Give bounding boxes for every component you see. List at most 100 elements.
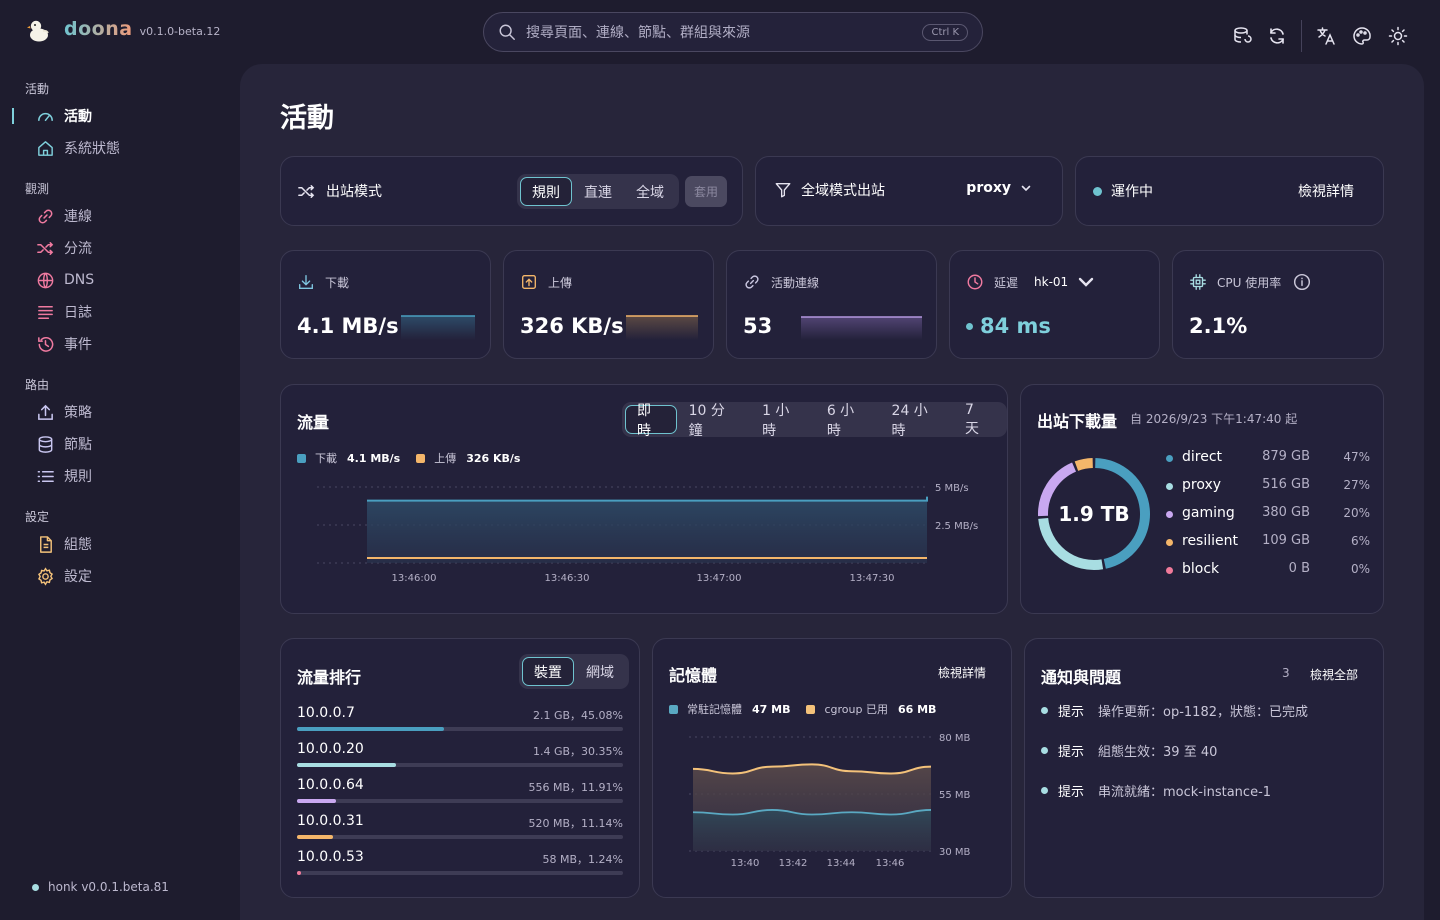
x-tick-label: 13:47:00 [697,573,742,584]
ranking-bar-track [297,835,623,839]
app-logo[interactable]: doona v0.1.0-beta.12 [26,18,220,42]
range-6h[interactable]: 6 小時 [815,403,880,439]
global-outbound-select[interactable]: proxy [966,180,1032,196]
chevron-down-icon [1021,185,1031,192]
latency-label-text: 延遲 [994,275,1019,290]
notification-dot [1041,747,1048,754]
outbound-total: 1.9 TB [1058,502,1130,526]
cpu-label: CPU 使用率 [1189,273,1321,291]
outbound-name: direct [1182,449,1223,465]
sidebar-item-label: 規則 [64,469,92,485]
sidebar-item-rules[interactable]: 規則 [36,464,92,488]
y-tick-label: 2.5 MB/s [935,521,978,532]
notifications-card: 通知與問題 3 檢視全部 提示 操作更新：op-1182，狀態：已完成 提示 組… [1024,638,1384,898]
latency-stat-card: 延遲 hk-01 84 ms [949,250,1160,359]
apply-button[interactable]: 套用 [685,176,727,207]
info-icon[interactable] [1293,273,1311,291]
outbound-legend-row[interactable]: proxy 516 GB 27% [1166,477,1370,497]
ranking-bar-fill [297,871,302,875]
outbound-legend-row[interactable]: gaming 380 GB 20% [1166,505,1370,525]
outbound-legend-row[interactable]: block 0 B 0% [1166,561,1370,581]
upload-label-text: 上傳 [548,275,573,290]
notification-item[interactable]: 提示 操作更新：op-1182，狀態：已完成 [1041,701,1308,720]
notification-item[interactable]: 提示 串流就緒：mock-instance-1 [1041,781,1271,800]
main-content: 活動 出站模式 規則 直連 全域 套用 全域模式出站 proxy 運作中 檢視詳… [240,64,1424,920]
search-input[interactable]: 搜尋頁面、連線、節點、群組與來源 Ctrl K [483,12,983,52]
latency-node-select[interactable]: hk-01 [1034,273,1095,291]
range-10m[interactable]: 10 分鐘 [677,403,751,439]
home-icon [38,140,53,156]
x-tick-label: 13:47:30 [850,573,895,584]
range-7d[interactable]: 7 天 [953,402,1004,437]
notifications-view-all-link[interactable]: 檢視全部 [1310,666,1358,683]
legend-dot [1166,483,1173,490]
traffic-range-selector: 即時 10 分鐘 1 小時 6 小時 24 小時 7 天 [622,402,1007,439]
sidebar-item-policy[interactable]: 策略 [36,400,92,424]
upload-stat-card: 上傳 326 KB/s [503,250,714,359]
status-text: 運作中 [1111,184,1153,200]
legend-swatch-upload [416,453,426,463]
legend-dot [1166,567,1173,574]
mode-option-rule[interactable]: 規則 [520,177,572,206]
outbound-name: gaming [1182,505,1235,521]
shuffle-icon [298,184,315,198]
mode-option-global[interactable]: 全域 [624,177,676,206]
outbound-name: block [1182,561,1220,577]
sidebar-item-split[interactable]: 分流 [36,236,92,260]
traffic-legend: 下載 4.1 MB/s 上傳 326 KB/s [297,450,520,466]
sidebar-item-label: 分流 [64,241,92,257]
theme-palette-button[interactable] [1350,24,1374,48]
ranking-value: 520 MB，11.14% [528,817,623,830]
ranking-ip: 10.0.0.7 [297,705,355,721]
y-tick-label: 5 MB/s [935,483,969,494]
download-label-text: 下載 [325,275,350,290]
sidebar-item-config[interactable]: 組態 [36,532,92,556]
mode-label: 出站模式 [297,181,382,201]
sidebar-item-label: 事件 [64,337,92,353]
memory-details-link[interactable]: 檢視詳情 [938,664,986,681]
sidebar-item-system-status[interactable]: 系統狀態 [36,136,120,160]
notification-item[interactable]: 提示 組態生效：39 至 40 [1041,741,1217,760]
outbound-size: 516 GB [1262,477,1310,492]
legend-dot [1166,539,1173,546]
mode-option-direct[interactable]: 直連 [572,177,624,206]
sidebar-group-observe: 觀測 [25,182,50,196]
database-sync-icon [1234,27,1252,43]
sidebar-item-settings[interactable]: 設定 [36,564,92,588]
sidebar-item-events[interactable]: 事件 [36,332,92,356]
download-stat-card: 下載 4.1 MB/s [280,250,491,359]
cpu-value: 2.1% [1189,314,1248,338]
latency-label: 延遲 hk-01 [966,273,1095,291]
database-icon [38,435,53,453]
light-mode-button[interactable] [1386,24,1410,48]
sidebar-item-logs[interactable]: 日誌 [36,300,92,324]
range-live[interactable]: 即時 [625,403,677,439]
status-card: 運作中 檢視詳情 [1075,156,1384,226]
language-button[interactable] [1314,24,1338,48]
outbound-legend-row[interactable]: direct 879 GB 47% [1166,449,1370,469]
database-refresh-button[interactable] [1230,24,1254,48]
notification-tag: 提示 [1058,785,1085,800]
sidebar-item-nodes[interactable]: 節點 [36,432,92,456]
status-details-link[interactable]: 檢視詳情 [1298,181,1354,201]
sidebar-item-connections[interactable]: 連線 [36,204,92,228]
refresh-button[interactable] [1265,24,1289,48]
ranking-tab-devices[interactable]: 裝置 [522,657,574,686]
sidebar-item-activity[interactable]: 活動 [36,104,92,128]
ranking-bar-fill [297,799,336,803]
legend-upload-name: 上傳 [434,452,457,465]
outbound-legend-row[interactable]: resilient 109 GB 6% [1166,533,1370,553]
sidebar-item-label: 日誌 [64,305,92,321]
x-tick-label: 13:46 [876,858,905,869]
ranking-tab-domains[interactable]: 網域 [574,657,626,686]
memory-legend: 常駐記憶體 47 MB cgroup 已用 66 MB [669,701,936,717]
shuffle-icon [37,241,54,255]
sidebar-item-dns[interactable]: DNS [36,268,94,292]
ranking-value: 1.4 GB，30.35% [532,745,623,758]
range-1h[interactable]: 1 小時 [750,403,815,439]
range-24h[interactable]: 24 小時 [880,403,954,439]
sidebar: 活動 活動 系統狀態 觀測 連線 分流 DNS 日誌 事件 路由 策略 節點 規… [0,64,240,920]
status-indicator: 運作中 [1093,181,1153,201]
traffic-ranking-card: 流量排行 裝置 網域 10.0.0.7 2.1 GB，45.08% 10.0.0.2… [280,638,640,898]
cpu-stat-card: CPU 使用率 2.1% [1172,250,1384,359]
